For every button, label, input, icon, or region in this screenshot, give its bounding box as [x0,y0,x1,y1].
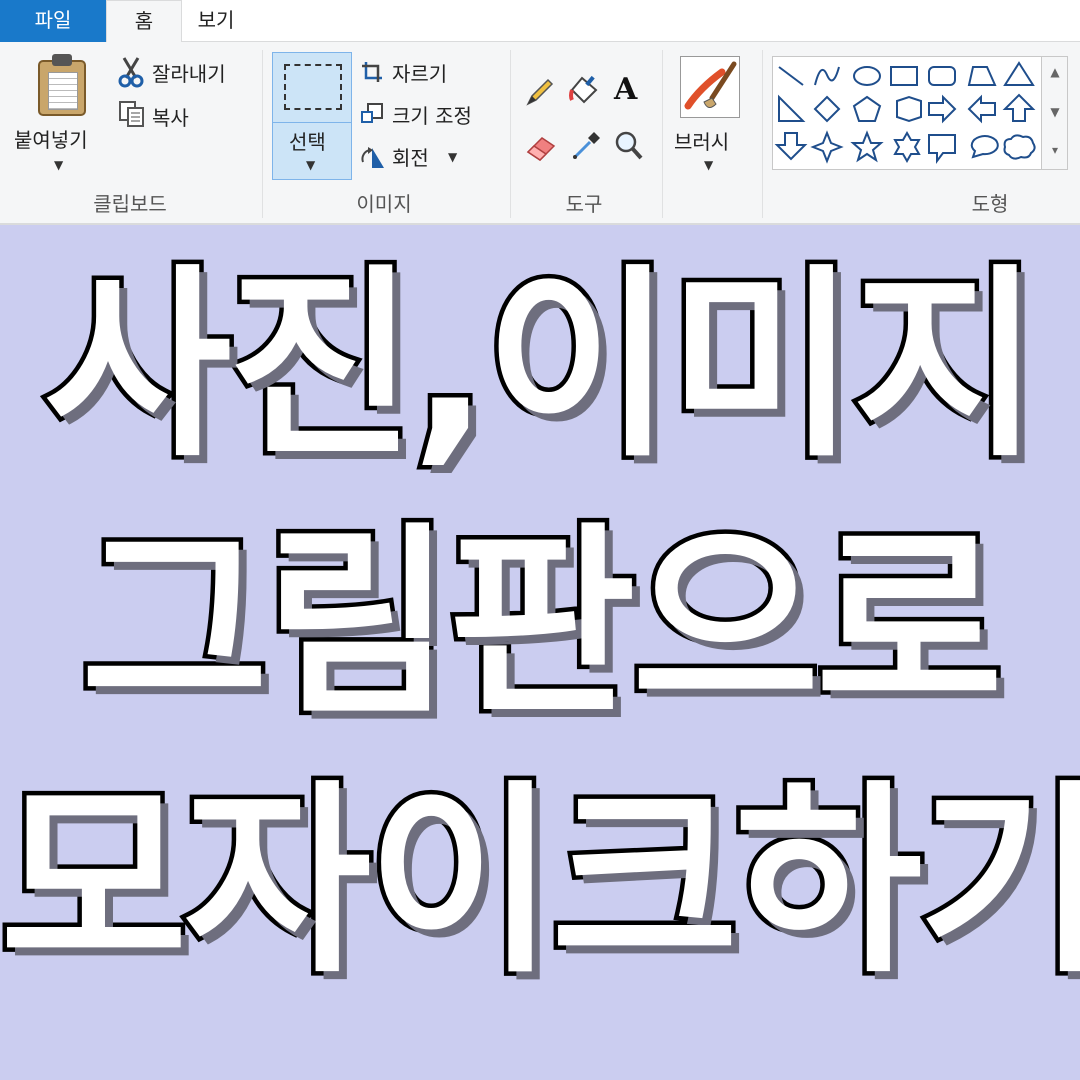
select-label: 선택 [289,130,326,154]
magnifier-icon[interactable] [614,130,644,162]
rotate-label: 회전 [392,146,429,170]
right-triangle-shape-icon [778,94,806,122]
select-dropdown-arrow-icon[interactable]: ▼ [306,158,315,172]
resize-label: 크기 조정 [392,104,472,128]
scroll-down-icon[interactable]: ▼ [1042,105,1068,119]
group-separator [762,50,763,218]
title-line-3: 모자이크하기 [0,764,1080,1001]
group-separator [662,50,663,218]
tab-view[interactable]: 보기 [186,0,246,42]
diamond-shape-icon [813,95,841,123]
scroll-up-icon[interactable]: ▲ [1042,65,1068,79]
shapes-grid [774,61,1036,164]
ribbon-tab-bar: 파일 홈 보기 [0,0,1080,43]
eraser-icon[interactable] [524,132,558,162]
rotate-dropdown-arrow-icon[interactable]: ▼ [448,150,457,164]
shapes-group-label: 도형 [971,192,1009,216]
image-group-label: 이미지 [356,192,412,216]
color-picker-icon[interactable] [570,130,602,162]
group-separator [262,50,263,218]
shapes-gallery [772,56,1042,170]
rounded-rectangle-shape-icon [928,66,956,86]
select-divider [272,122,352,123]
gallery-expand-icon[interactable]: ▾ [1042,143,1068,157]
oval-shape-icon [853,66,881,86]
copy-icon [119,101,144,127]
selection-rectangle-icon [284,64,342,110]
title-line-2: 그림판으로 [76,506,1007,743]
paintbrush-icon [684,61,737,110]
right-arrow-shape-icon [928,94,957,124]
curve-shape-icon [814,66,840,86]
crop-icon [362,62,382,82]
triangle-shape-icon [1003,61,1035,86]
four-point-star-shape-icon [810,130,844,164]
tools-group-label: 도구 [565,192,603,216]
up-arrow-shape-icon [1002,93,1036,122]
text-tool-icon[interactable]: A [614,72,637,107]
title-line-1: 사진,이미지 [40,248,1045,485]
rectangle-shape-icon [890,66,918,86]
clipboard-icon [38,54,86,116]
tab-home[interactable]: 홈 [106,0,182,43]
group-separator [510,50,511,218]
pencil-icon[interactable] [524,76,556,108]
cloud-callout-shape-icon [1003,134,1036,160]
line-shape-icon [778,66,804,86]
scissors-icon [118,57,144,88]
six-point-star-shape-icon [893,130,921,164]
oval-callout-shape-icon [970,135,999,159]
fill-bucket-icon[interactable] [568,74,604,108]
crop-label: 자르기 [392,62,448,86]
copy-label: 복사 [152,106,189,130]
tab-file[interactable]: 파일 [0,0,106,42]
resize-icon [361,103,383,123]
paste-label: 붙여넣기 [14,128,88,152]
cut-label: 잘라내기 [152,62,226,86]
brushes-dropdown-arrow-icon[interactable]: ▼ [704,158,713,172]
hexagon-shape-icon [896,95,922,123]
rectangular-callout-shape-icon [928,134,956,164]
brushes-label: 브러시 [674,130,730,154]
left-arrow-shape-icon [967,94,996,124]
polygon-shape-icon [967,66,997,86]
paste-dropdown-arrow-icon[interactable]: ▼ [54,158,63,172]
down-arrow-shape-icon [774,132,808,161]
ribbon: 붙여넣기 ▼ 잘라내기 복사 클립보드 선택 ▼ 자르기 크기 조정 회전 ▼ … [0,42,1080,225]
clipboard-group-label: 클립보드 [93,192,167,216]
rotate-icon [361,147,384,168]
shapes-scrollbar[interactable]: ▲ ▼ ▾ [1042,56,1068,170]
five-point-star-shape-icon [850,130,884,163]
pentagon-shape-icon [852,95,882,122]
